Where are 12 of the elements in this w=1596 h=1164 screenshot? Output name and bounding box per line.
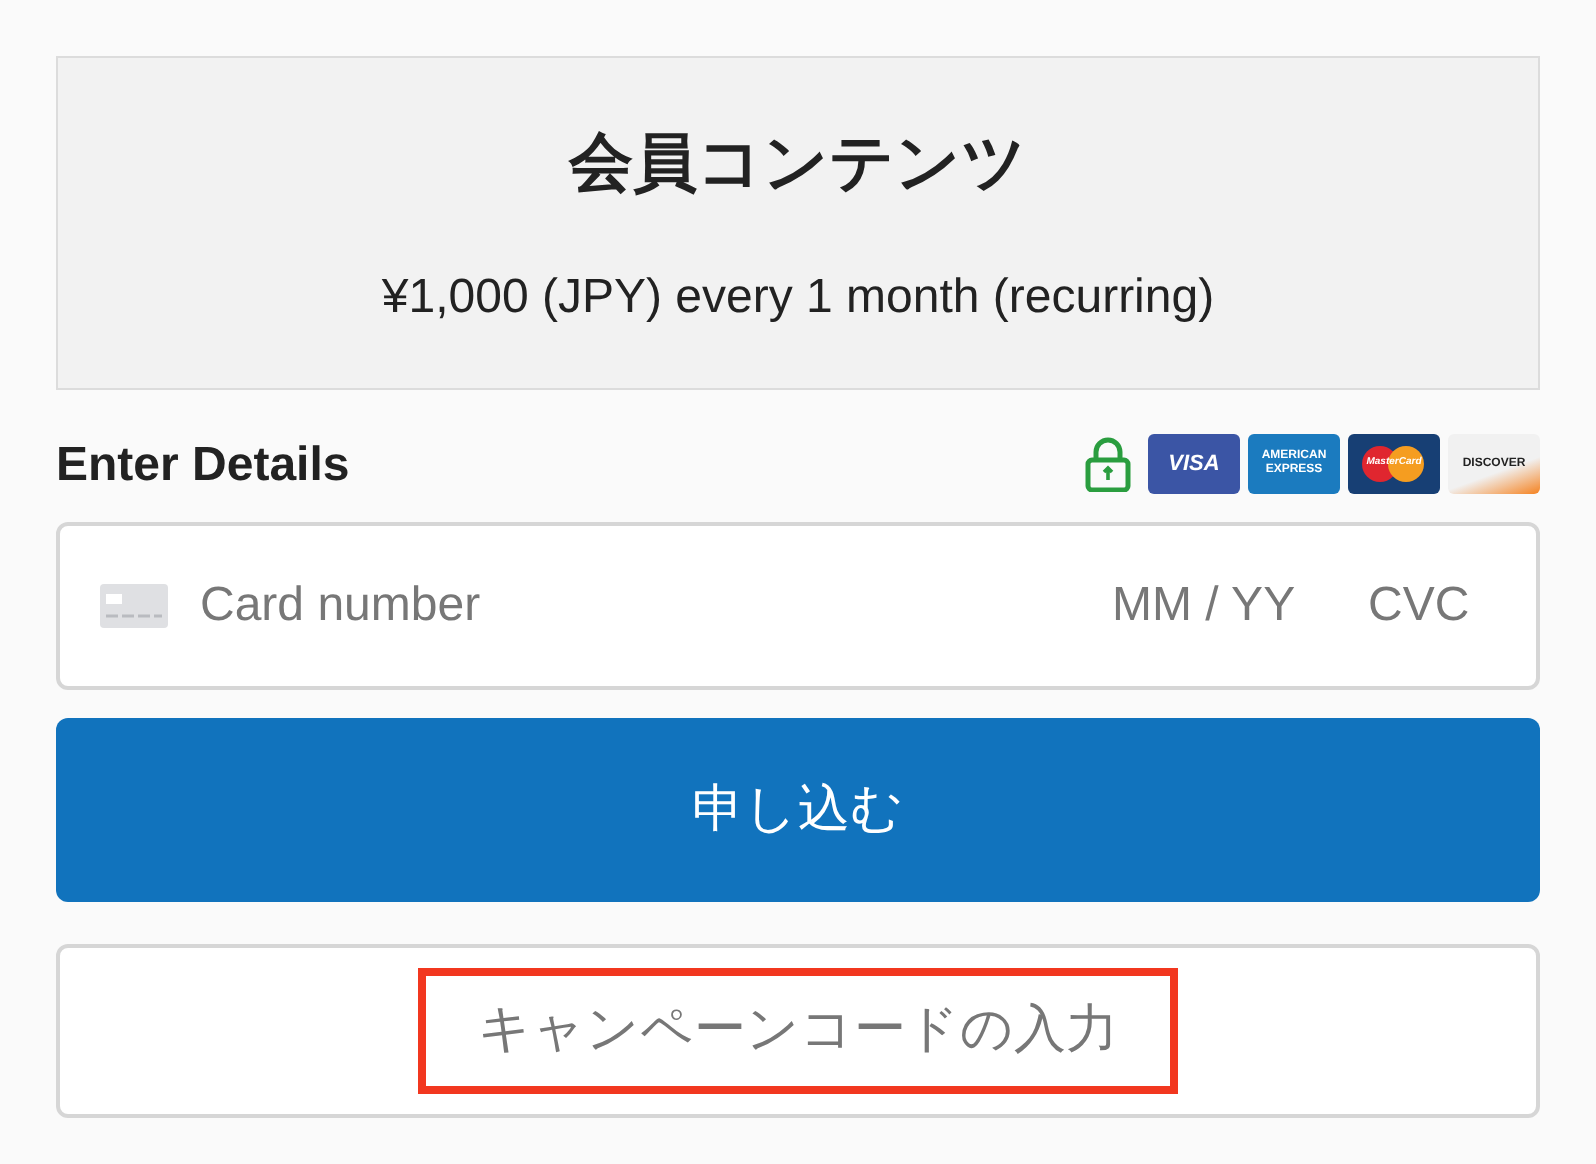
expiry-input[interactable]: MM / YY	[1112, 570, 1352, 642]
cvc-input[interactable]: CVC	[1368, 570, 1496, 642]
plan-price: ¥1,000 (JPY) every 1 month (recurring)	[381, 267, 1215, 327]
card-number-input[interactable]: Card number	[200, 570, 1112, 642]
campaign-code-button[interactable]: キャンペーンコードの入力	[56, 944, 1540, 1118]
submit-button[interactable]: 申し込む	[56, 718, 1540, 902]
campaign-code-label: キャンペーンコードの入力	[418, 968, 1178, 1094]
card-field[interactable]: Card number MM / YY CVC	[56, 522, 1540, 690]
visa-logo: VISA	[1148, 434, 1240, 494]
section-heading: Enter Details	[56, 436, 350, 496]
credit-card-icon	[100, 584, 168, 628]
plan-title: 会員コンテンツ	[569, 121, 1027, 203]
